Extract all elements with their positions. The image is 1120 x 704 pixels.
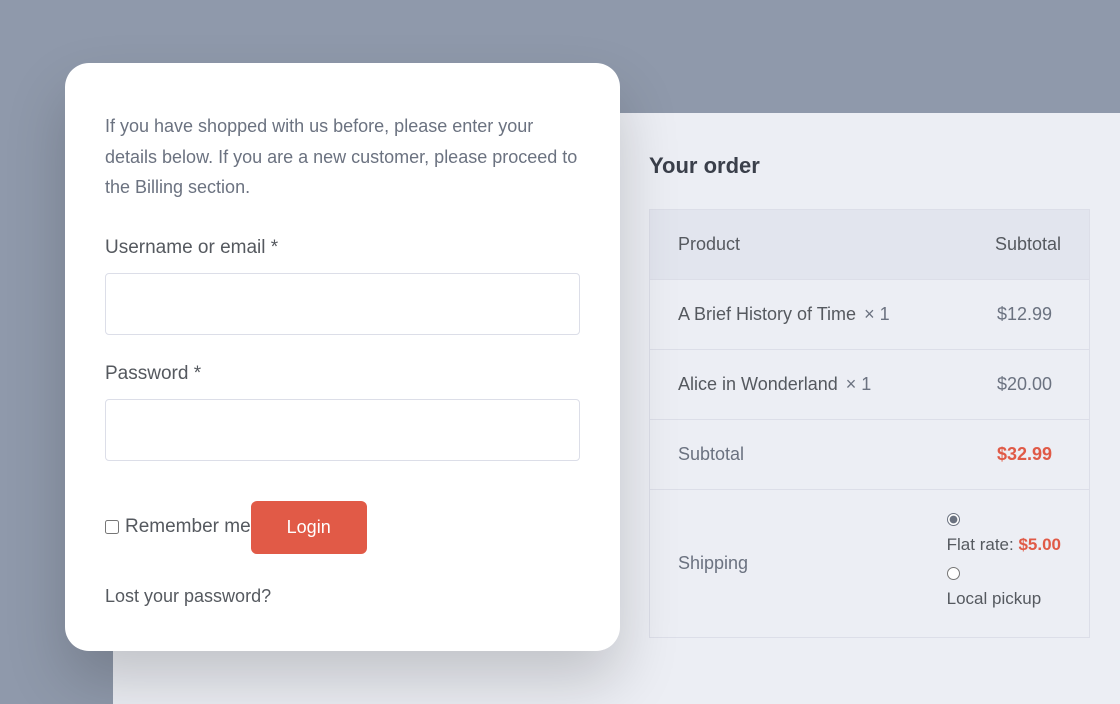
- login-modal: If you have shopped with us before, plea…: [65, 63, 620, 651]
- product-name: A Brief History of Time: [678, 304, 856, 325]
- remember-me-label: Remember me: [125, 516, 251, 538]
- subtotal-row: Subtotal $32.99: [650, 420, 1089, 490]
- remember-me-checkbox[interactable]: [105, 520, 119, 534]
- shipping-pickup-radio[interactable]: [947, 567, 960, 580]
- login-intro: If you have shopped with us before, plea…: [105, 111, 580, 203]
- shipping-pickup-label: Local pickup: [947, 586, 1061, 612]
- order-header-row: Product Subtotal: [650, 210, 1089, 280]
- shipping-flat-label: Flat rate: $5.00: [947, 532, 1061, 558]
- product-qty: × 1: [846, 374, 872, 395]
- form-actions: Remember me Login: [105, 501, 580, 554]
- order-title: Your order: [649, 153, 1090, 179]
- username-group: Username or email *: [105, 237, 580, 335]
- order-table: Product Subtotal A Brief History of Time…: [649, 209, 1090, 638]
- password-label: Password *: [105, 363, 580, 385]
- login-button[interactable]: Login: [251, 501, 367, 554]
- shipping-row: Shipping Flat rate: $5.00 Local pickup: [650, 490, 1089, 638]
- username-label: Username or email *: [105, 237, 580, 259]
- table-row: Alice in Wonderland × 1 $20.00: [650, 350, 1089, 420]
- password-input[interactable]: [105, 399, 580, 461]
- remember-me[interactable]: Remember me: [105, 516, 251, 538]
- shipping-flat-radio[interactable]: [947, 513, 960, 526]
- password-group: Password *: [105, 363, 580, 461]
- table-row: A Brief History of Time × 1 $12.99: [650, 280, 1089, 350]
- shipping-flat-price: $5.00: [1018, 535, 1061, 554]
- product-cell: Alice in Wonderland × 1: [650, 350, 969, 419]
- shipping-options: Flat rate: $5.00 Local pickup: [919, 490, 1089, 637]
- username-input[interactable]: [105, 273, 580, 335]
- subtotal-label: Subtotal: [650, 420, 969, 489]
- shipping-label: Shipping: [650, 490, 919, 637]
- shipping-flat-option[interactable]: Flat rate: $5.00: [947, 510, 1061, 558]
- subtotal-value: $32.99: [969, 420, 1089, 489]
- product-price: $20.00: [969, 350, 1089, 419]
- header-subtotal: Subtotal: [967, 210, 1089, 279]
- product-name: Alice in Wonderland: [678, 374, 838, 395]
- header-product: Product: [650, 210, 967, 279]
- shipping-pickup-option[interactable]: Local pickup: [947, 564, 1061, 612]
- product-qty: × 1: [864, 304, 890, 325]
- lost-password-link[interactable]: Lost your password?: [105, 586, 271, 606]
- product-price: $12.99: [969, 280, 1089, 349]
- product-cell: A Brief History of Time × 1: [650, 280, 969, 349]
